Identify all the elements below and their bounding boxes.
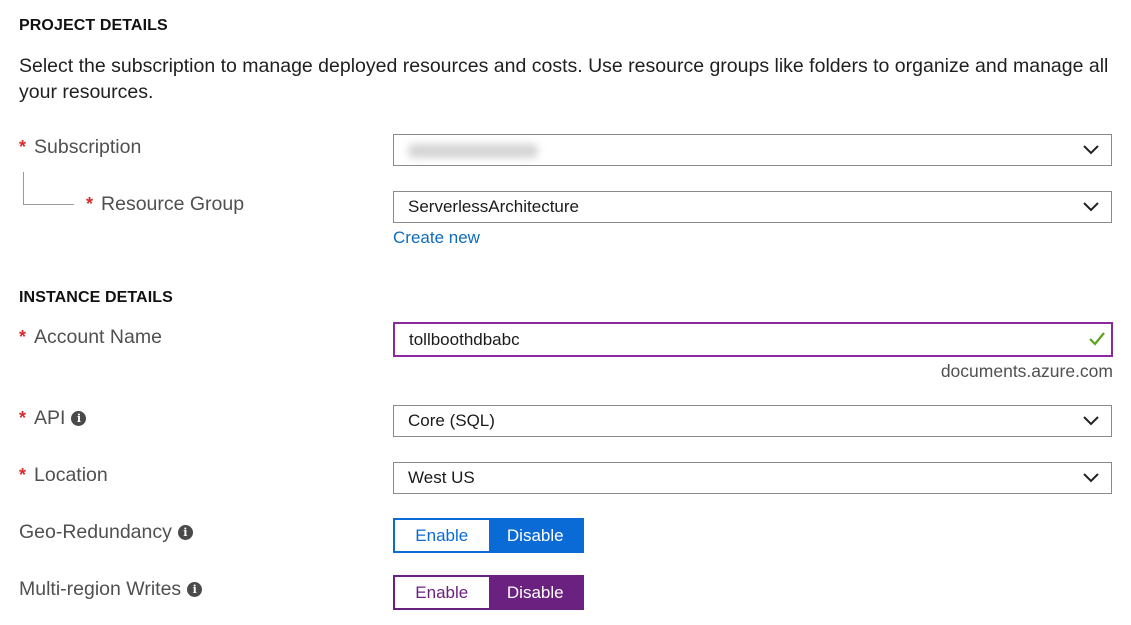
checkmark-icon xyxy=(1089,332,1105,346)
required-mark: * xyxy=(19,408,27,428)
geo-redundancy-toggle[interactable]: Enable Disable xyxy=(393,518,584,553)
account-name-domain-suffix: documents.azure.com xyxy=(940,361,1113,381)
multi-region-writes-toggle[interactable]: Enable Disable xyxy=(393,575,584,610)
multi-region-writes-label-text: Multi-region Writes xyxy=(19,578,182,600)
create-new-link[interactable]: Create new xyxy=(393,228,480,248)
api-select[interactable]: Core (SQL) xyxy=(393,405,1112,437)
geo-redundancy-label-text: Geo-Redundancy xyxy=(19,521,172,543)
project-details-description: Select the subscription to manage deploy… xyxy=(19,55,1109,103)
api-value: Core (SQL) xyxy=(408,411,495,430)
geo-redundancy-label: Geo-Redundancy i xyxy=(19,521,193,544)
location-value: West US xyxy=(408,468,475,487)
geo-redundancy-disable-option[interactable]: Disable xyxy=(488,520,582,551)
multi-region-writes-disable-option[interactable]: Disable xyxy=(488,577,582,608)
chevron-down-icon xyxy=(1083,145,1099,155)
account-name-input[interactable]: tollboothdbabc xyxy=(393,322,1113,357)
subscription-value-redacted xyxy=(408,144,538,158)
geo-redundancy-enable-option[interactable]: Enable xyxy=(395,520,489,551)
location-select[interactable]: West US xyxy=(393,462,1112,494)
required-mark: * xyxy=(19,137,27,157)
hierarchy-connector xyxy=(23,172,74,205)
resource-group-value: ServerlessArchitecture xyxy=(408,197,580,216)
info-icon[interactable]: i xyxy=(71,411,87,427)
location-label-text: Location xyxy=(34,464,108,486)
resource-group-label: * Resource Group xyxy=(86,193,244,216)
chevron-down-icon xyxy=(1083,473,1099,483)
required-mark: * xyxy=(19,327,27,347)
required-mark: * xyxy=(19,465,27,485)
instance-details-heading: INSTANCE DETAILS xyxy=(19,289,173,306)
account-name-label: * Account Name xyxy=(19,326,162,349)
required-mark: * xyxy=(86,194,94,214)
resource-group-label-text: Resource Group xyxy=(101,193,245,215)
account-name-label-text: Account Name xyxy=(34,326,162,348)
info-icon[interactable]: i xyxy=(187,582,203,598)
account-name-value: tollboothdbabc xyxy=(409,330,520,349)
api-label: * API i xyxy=(19,407,87,430)
api-label-text: API xyxy=(34,407,66,429)
info-icon[interactable]: i xyxy=(177,525,193,541)
subscription-label-text: Subscription xyxy=(34,136,142,158)
subscription-select[interactable] xyxy=(393,134,1112,166)
multi-region-writes-label: Multi-region Writes i xyxy=(19,578,203,601)
resource-group-select[interactable]: ServerlessArchitecture xyxy=(393,191,1112,223)
subscription-label: * Subscription xyxy=(19,136,141,159)
location-label: * Location xyxy=(19,464,108,487)
project-details-heading: PROJECT DETAILS xyxy=(19,17,168,34)
multi-region-writes-enable-option[interactable]: Enable xyxy=(395,577,489,608)
chevron-down-icon xyxy=(1083,202,1099,212)
chevron-down-icon xyxy=(1083,416,1099,426)
